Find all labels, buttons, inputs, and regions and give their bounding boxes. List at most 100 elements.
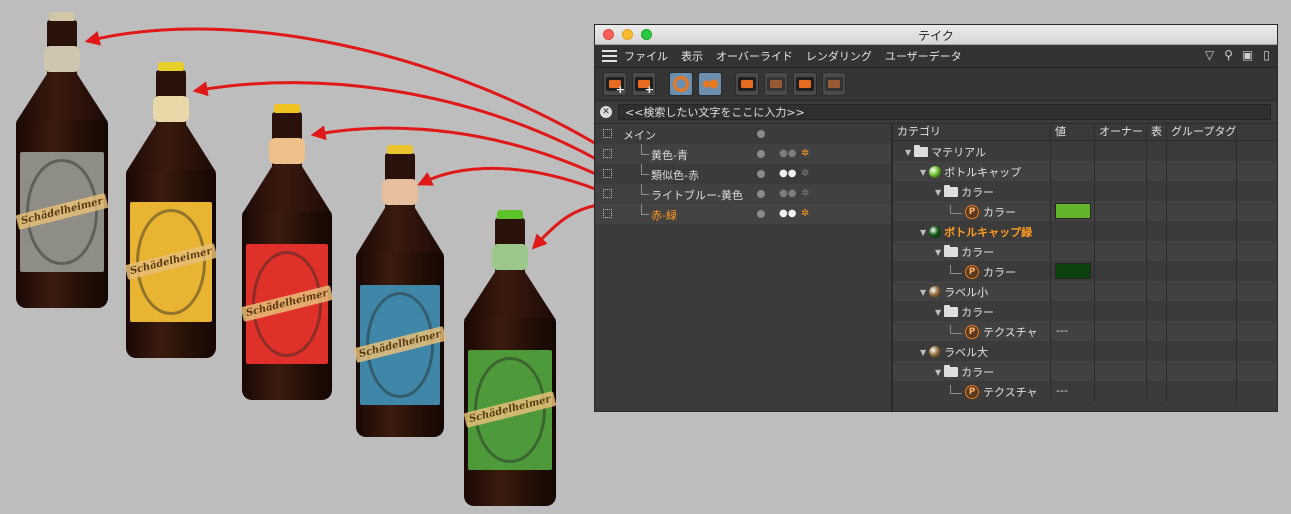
override-item[interactable]: ▼ カラー: [935, 244, 994, 260]
override-row[interactable]: ▼ カラー: [893, 181, 1277, 201]
menu-override[interactable]: オーバーライド: [716, 48, 793, 64]
take-checkbox[interactable]: [603, 149, 612, 158]
value-cell: [1051, 201, 1095, 221]
override-row[interactable]: P テクスチャ ---: [893, 381, 1277, 401]
menu-user-data[interactable]: ユーザーデータ: [885, 48, 962, 64]
take-name: 黄色-青: [651, 149, 688, 162]
take-status-dot[interactable]: [757, 170, 765, 178]
take-row[interactable]: 赤-緑 ●● ✲: [595, 204, 891, 224]
take-name: ライトブルー-黄色: [651, 189, 743, 202]
render-take-button[interactable]: [735, 72, 759, 96]
take-row[interactable]: ライトブルー-黄色 ●● ✲: [595, 184, 891, 204]
render-all-takes-button[interactable]: [793, 72, 817, 96]
search-input[interactable]: [618, 104, 1271, 120]
expand-arrow-icon[interactable]: ▼: [920, 228, 926, 237]
take-status-dot[interactable]: [757, 210, 765, 218]
take-checkbox[interactable]: [603, 209, 612, 218]
clear-search-icon[interactable]: ✕: [600, 106, 612, 118]
expand-arrow-icon[interactable]: ▼: [920, 348, 926, 357]
lock-overrides-button[interactable]: [698, 72, 722, 96]
expand-arrow-icon[interactable]: ▼: [935, 308, 941, 317]
override-item[interactable]: P カラー: [950, 264, 1016, 280]
expand-arrow-icon[interactable]: ▼: [935, 368, 941, 377]
override-row[interactable]: P カラー: [893, 261, 1277, 281]
camera-icon[interactable]: ●●: [779, 207, 796, 220]
take-arrow: [417, 166, 599, 192]
search-icon[interactable]: ⚲: [1222, 48, 1235, 62]
column-header[interactable]: オーナー: [1095, 124, 1147, 140]
new-window-icon[interactable]: ▯: [1260, 48, 1273, 62]
override-item[interactable]: ▼ カラー: [935, 184, 994, 200]
value-text[interactable]: ---: [1056, 324, 1068, 337]
override-row[interactable]: ▼ ボトルキャップ緑: [893, 221, 1277, 241]
override-row[interactable]: ▼ カラー: [893, 241, 1277, 261]
expand-arrow-icon[interactable]: ▼: [935, 248, 941, 257]
override-row[interactable]: P テクスチャ ---: [893, 321, 1277, 341]
value-text[interactable]: ---: [1056, 384, 1068, 397]
take-checkbox[interactable]: [603, 129, 612, 138]
render-setting-icon[interactable]: ✲: [801, 207, 815, 220]
override-item[interactable]: P カラー: [950, 204, 1016, 220]
override-item[interactable]: P テクスチャ: [950, 384, 1038, 400]
menu-render[interactable]: レンダリング: [806, 48, 872, 64]
category-cell: ▼ カラー: [893, 301, 1051, 321]
column-header[interactable]: 表: [1147, 124, 1167, 140]
override-item[interactable]: ▼ マテリアル: [905, 144, 986, 160]
override-item[interactable]: ▼ ボトルキャップ緑: [920, 224, 1032, 240]
override-row[interactable]: ▼ カラー: [893, 361, 1277, 381]
value-cell: [1095, 161, 1147, 181]
override-row[interactable]: ▼ ボトルキャップ: [893, 161, 1277, 181]
category-cell: P カラー: [893, 201, 1051, 221]
expand-arrow-icon[interactable]: ▼: [935, 188, 941, 197]
layout-icon[interactable]: ▣: [1241, 48, 1254, 62]
tree-connector: [950, 204, 962, 214]
render-setting-icon[interactable]: ✲: [801, 167, 815, 180]
override-item[interactable]: ▼ カラー: [935, 304, 994, 320]
filter-icon[interactable]: ▽: [1203, 48, 1216, 62]
render-setting-icon[interactable]: ✲: [801, 187, 815, 200]
render-marked-takes-button[interactable]: [822, 72, 846, 96]
take-checkbox[interactable]: [603, 169, 612, 178]
override-item[interactable]: ▼ ラベル大: [920, 344, 988, 360]
override-row[interactable]: ▼ カラー: [893, 301, 1277, 321]
value-cell: [1167, 161, 1237, 181]
column-header[interactable]: カテゴリ: [893, 124, 1051, 140]
take-status-dot[interactable]: [757, 150, 765, 158]
override-row[interactable]: ▼ マテリアル: [893, 141, 1277, 161]
column-header[interactable]: グループタグ: [1167, 124, 1237, 140]
render-take-queue-button[interactable]: [764, 72, 788, 96]
take-status-dot[interactable]: [757, 130, 765, 138]
override-row[interactable]: ▼ ラベル大: [893, 341, 1277, 361]
value-cell: [1095, 301, 1147, 321]
menu-view[interactable]: 表示: [681, 48, 703, 64]
take-arrow: [192, 81, 599, 162]
override-row[interactable]: ▼ ラベル小: [893, 281, 1277, 301]
override-label: ボトルキャップ緑: [944, 226, 1033, 239]
take-status-dot[interactable]: [757, 190, 765, 198]
hamburger-menu-icon[interactable]: [602, 50, 618, 62]
expand-arrow-icon[interactable]: ▼: [905, 148, 911, 157]
expand-arrow-icon[interactable]: ▼: [920, 288, 926, 297]
override-item[interactable]: ▼ カラー: [935, 364, 994, 380]
take-row[interactable]: メイン: [595, 124, 891, 144]
column-header[interactable]: 値: [1051, 124, 1095, 140]
override-item[interactable]: P テクスチャ: [950, 324, 1038, 340]
new-take-button[interactable]: +: [603, 72, 627, 96]
camera-icon[interactable]: ●●: [779, 147, 796, 160]
menu-file[interactable]: ファイル: [624, 48, 668, 64]
value-cell: [1095, 261, 1147, 281]
render-setting-icon[interactable]: ✲: [801, 147, 815, 160]
auto-take-button[interactable]: [669, 72, 693, 96]
expand-arrow-icon[interactable]: ▼: [920, 168, 926, 177]
camera-icon[interactable]: ●●: [779, 187, 796, 200]
override-item[interactable]: ▼ ボトルキャップ: [920, 164, 1021, 180]
camera-icon[interactable]: ●●: [779, 167, 796, 180]
override-row[interactable]: P カラー: [893, 201, 1277, 221]
take-row[interactable]: 黄色-青 ●● ✲: [595, 144, 891, 164]
take-checkbox[interactable]: [603, 189, 612, 198]
take-row[interactable]: 類似色-赤 ●● ✲: [595, 164, 891, 184]
new-child-take-button[interactable]: +: [632, 72, 656, 96]
color-swatch[interactable]: [1055, 263, 1091, 279]
color-swatch[interactable]: [1055, 203, 1091, 219]
override-item[interactable]: ▼ ラベル小: [920, 284, 988, 300]
